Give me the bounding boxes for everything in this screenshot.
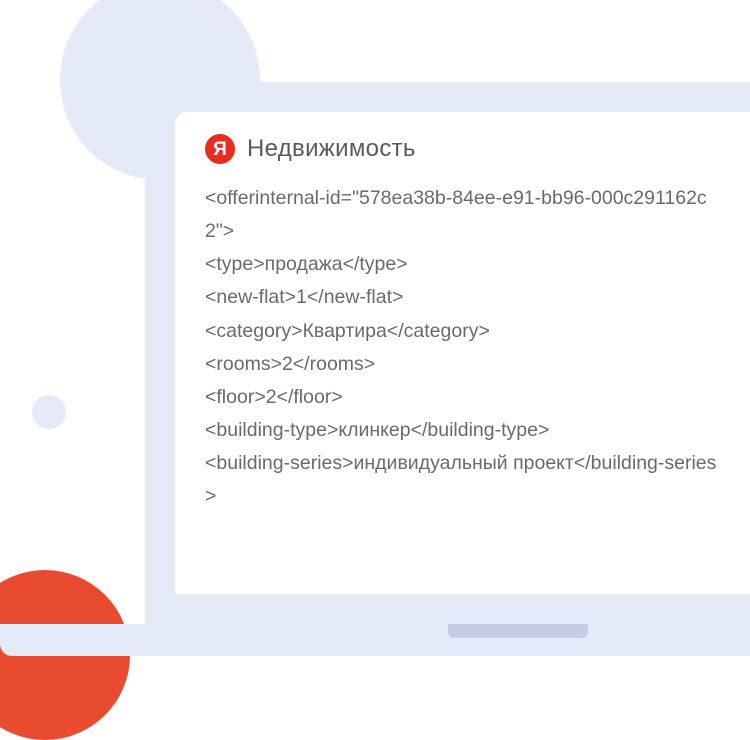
code-line: <building-series>индивидуальный проект</… (205, 447, 720, 513)
yandex-logo-icon: Я (205, 134, 235, 164)
code-line: <category>Квартира</category> (205, 315, 720, 348)
code-line: <floor>2</floor> (205, 381, 720, 414)
laptop-notch (448, 624, 588, 638)
code-line: <rooms>2</rooms> (205, 348, 720, 381)
code-line: <offerinternal-id="578ea38b-84ee-e91-bb9… (205, 182, 720, 248)
laptop-base (0, 624, 750, 656)
code-line: <type>продажа</type> (205, 248, 720, 281)
brand: Я Недвижимость (205, 134, 720, 164)
brand-title: Недвижимость (247, 135, 416, 163)
decorative-circle-small (32, 395, 66, 429)
xml-snippet: <offerinternal-id="578ea38b-84ee-e91-bb9… (205, 182, 720, 513)
screen: Я Недвижимость <offerinternal-id="578ea3… (175, 112, 750, 594)
code-line: <building-type>клинкер</building-type> (205, 414, 720, 447)
code-line: <new-flat>1</new-flat> (205, 281, 720, 314)
